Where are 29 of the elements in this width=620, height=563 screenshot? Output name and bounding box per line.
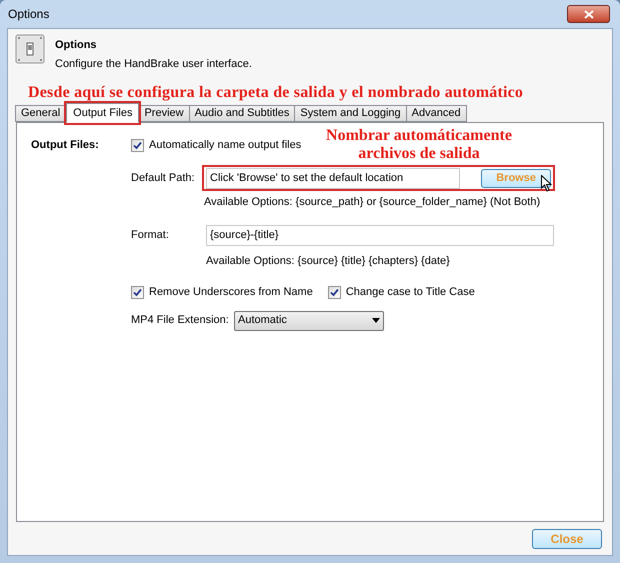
tab[interactable]: System and Logging bbox=[294, 105, 407, 122]
path-field[interactable]: Click 'Browse' to set the default location bbox=[206, 168, 460, 188]
tab[interactable]: Output Files bbox=[66, 103, 140, 123]
hint-text: Available Options: {source} {title} {chapters} {date} bbox=[206, 254, 451, 268]
close-icon[interactable] bbox=[567, 5, 610, 23]
tab[interactable]: Audio and Subtitles bbox=[188, 105, 296, 122]
caret-icon bbox=[372, 318, 380, 323]
pointer-icon bbox=[541, 174, 552, 192]
checkbox-label: Automatically name output files bbox=[149, 138, 302, 153]
header-title: Options bbox=[55, 38, 98, 53]
annotation-text: Desde aquí se configura la carpeta de salida y el nombrado automático bbox=[28, 84, 524, 101]
field-label: Format: bbox=[131, 228, 170, 243]
checkbox-label: Remove Underscores from Name bbox=[149, 285, 313, 300]
format-field[interactable]: {source}-{title} bbox=[206, 224, 554, 246]
window-title: Options bbox=[8, 6, 50, 23]
header-subtitle: Configure the HandBrake user interface. bbox=[55, 56, 252, 72]
section-label: Output Files: bbox=[31, 139, 99, 151]
checkbox[interactable] bbox=[131, 138, 144, 152]
tab[interactable]: Advanced bbox=[406, 105, 467, 122]
tab[interactable]: General bbox=[15, 105, 66, 122]
field-label: MP4 File Extension: bbox=[131, 313, 230, 328]
checkbox[interactable] bbox=[328, 286, 341, 299]
checkbox-label: Change case to Title Case bbox=[346, 285, 475, 300]
hint-text: Available Options: {source_path} or {source_folder_name} (Not Both) bbox=[204, 195, 542, 210]
switch-icon bbox=[15, 34, 45, 64]
extension-dropdown[interactable]: Automatic bbox=[234, 310, 384, 330]
checkbox[interactable] bbox=[131, 286, 144, 299]
field-label: Default Path: bbox=[131, 170, 196, 186]
tab[interactable]: Preview bbox=[138, 105, 190, 122]
